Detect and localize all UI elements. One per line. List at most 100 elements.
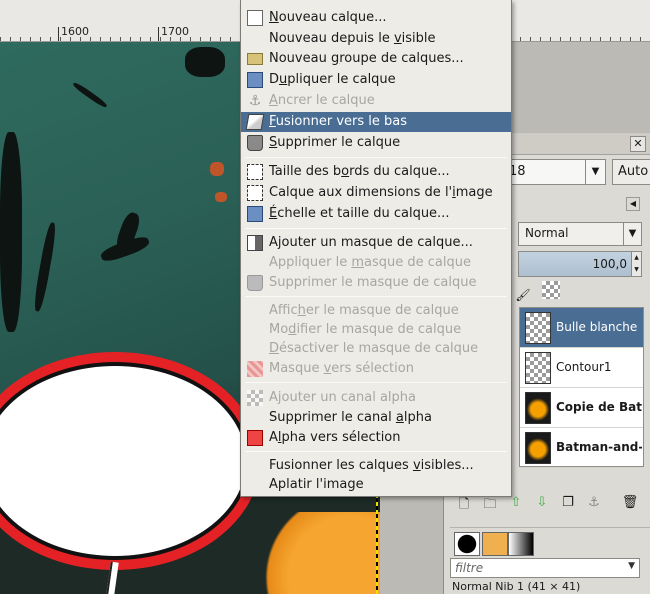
menu-item-label: Nouveau groupe de calques... <box>269 51 464 66</box>
dropdown-arrow-icon: ▼ <box>623 223 641 245</box>
layer-row[interactable]: Copie de Batman <box>520 388 643 428</box>
menu-item-label: Masque vers sélection <box>269 361 414 376</box>
merge-down-icon <box>245 114 265 130</box>
layer-list[interactable]: Bulle blanche Contour1 Copie de Batman B… <box>519 307 644 468</box>
layer-thumbnail <box>525 312 551 344</box>
layer-thumbnail <box>525 432 551 464</box>
layer-name: Copie de Batman <box>556 400 642 414</box>
layer-row[interactable]: Bulle blanche <box>520 308 643 348</box>
ink-stroke <box>32 221 58 313</box>
tab-menu-icon[interactable]: ◀ <box>626 197 640 211</box>
brushes-tab-icon[interactable] <box>454 532 480 556</box>
layer-name: Bulle blanche <box>556 320 638 334</box>
lock-row: 🖌 <box>514 281 566 303</box>
new-layer-icon[interactable]: 🗋 <box>454 495 474 515</box>
menu-separator <box>245 228 507 229</box>
menu-item-label: Ajouter un masque de calque... <box>269 235 473 250</box>
menu-item-layer-to-image-size[interactable]: Calque aux dimensions de l'image <box>241 183 511 203</box>
layer-name: Batman-and-Robin <box>556 440 642 454</box>
delete-layer-icon[interactable]: 🗑 <box>620 495 640 515</box>
layer-thumbnail <box>525 392 551 424</box>
ink-stroke <box>210 162 224 176</box>
delete-mask-icon <box>247 275 263 291</box>
add-alpha-icon <box>247 390 263 406</box>
menu-item-scale-layer[interactable]: Échelle et taille du calque... <box>241 204 511 224</box>
dropdown-arrow-icon: ▼ <box>628 561 635 571</box>
menu-item-anchor-layer[interactable]: ⚓ Ancrer le calque <box>241 91 511 111</box>
menu-item-delete-layer[interactable]: Supprimer le calque <box>241 133 511 153</box>
menu-item-label: Nouveau calque... <box>269 10 387 25</box>
menu-item-delete-layer-mask[interactable]: Supprimer le masque de calque <box>241 273 511 293</box>
menu-item-label: Fusionner les calques visibles... <box>269 458 474 473</box>
menu-item-label: Modifier le masque de calque <box>269 322 462 337</box>
ruler-major-tick <box>158 27 159 41</box>
layer-mode-select[interactable]: Normal ▼ <box>518 222 642 246</box>
lock-alpha-icon[interactable] <box>542 281 561 299</box>
menu-item-show-layer-mask[interactable]: Afficher le masque de calque <box>241 301 511 321</box>
menu-item-merge-visible-layers[interactable]: Fusionner les calques visibles... <box>241 456 511 476</box>
ink-stroke <box>215 192 227 202</box>
menu-item-label: Fusionner vers le bas <box>269 114 407 129</box>
layer-mode-value: Normal <box>525 226 569 240</box>
opacity-spinner-icon[interactable]: ▲ ▼ <box>631 252 641 276</box>
menu-item-merge-down[interactable]: Fusionner vers le bas <box>241 112 511 132</box>
new-layer-group-icon[interactable]: 🗀 <box>480 495 500 515</box>
layer-boundary-size-icon <box>247 164 263 180</box>
duplicate-layer-icon[interactable]: ❐ <box>558 495 578 515</box>
lower-layer-icon[interactable]: ⇩ <box>532 495 552 515</box>
layer-context-menu: Nouveau calque... Nouveau depuis le visi… <box>240 0 512 497</box>
menu-item-alpha-to-selection[interactable]: Alpha vers sélection <box>241 428 511 448</box>
menu-separator <box>245 382 507 383</box>
menu-item-label: Nouveau depuis le visible <box>269 31 436 46</box>
menu-item-new-from-visible[interactable]: Nouveau depuis le visible <box>241 29 511 49</box>
layer-to-image-size-icon <box>247 185 263 201</box>
menu-item-label: Supprimer le calque <box>269 135 401 150</box>
raise-layer-icon[interactable]: ⇧ <box>506 495 526 515</box>
patterns-tab-icon[interactable] <box>482 532 508 556</box>
menu-item-add-layer-mask[interactable]: Ajouter un masque de calque... <box>241 233 511 253</box>
dropdown-arrow-icon: ▼ <box>585 160 605 184</box>
brush-info: Normal Nib 1 (41 × 41) <box>452 580 581 593</box>
menu-item-label: Ajouter un canal alpha <box>269 390 416 405</box>
menu-separator <box>245 296 507 297</box>
menu-item-add-alpha-channel[interactable]: Ajouter un canal alpha <box>241 388 511 408</box>
gradients-tab-icon[interactable] <box>508 532 534 556</box>
layer-row[interactable]: Contour1 <box>520 348 643 388</box>
layer-boundary <box>376 497 378 594</box>
duplicate-layer-icon <box>247 72 263 88</box>
menu-item-label: Ancrer le calque <box>269 93 375 108</box>
menu-item-mask-to-selection[interactable]: Masque vers sélection <box>241 359 511 379</box>
menu-item-label: Taille des bords du calque... <box>269 164 450 179</box>
anchor-icon[interactable]: ⚓ <box>584 495 604 515</box>
menu-item-new-layer[interactable]: Nouveau calque... <box>241 8 511 28</box>
menu-item-label: Alpha vers sélection <box>269 430 401 445</box>
close-dock-button[interactable]: ✕ <box>630 136 646 152</box>
ruler-major-tick <box>58 27 59 41</box>
brush-filter-input[interactable]: filtre ▼ <box>450 558 640 578</box>
new-layer-icon <box>247 10 263 26</box>
menu-item-edit-layer-mask[interactable]: Modifier le masque de calque <box>241 320 511 340</box>
ink-stroke <box>0 132 22 332</box>
menu-item-label: Supprimer le masque de calque <box>269 275 477 290</box>
menu-item-remove-alpha-channel[interactable]: Supprimer le canal alpha <box>241 408 511 428</box>
auto-button[interactable]: Auto <box>612 159 650 185</box>
filter-placeholder: filtre <box>455 561 484 575</box>
menu-item-duplicate-layer[interactable]: Dupliquer le calque <box>241 70 511 90</box>
brush-tabs <box>450 527 650 557</box>
menu-item-apply-layer-mask[interactable]: Appliquer le masque de calque <box>241 253 511 273</box>
layer-actions-bar: 🗋 🗀 ⇧ ⇩ ❐ ⚓ 🗑 <box>454 495 650 519</box>
mask-to-selection-icon <box>247 361 263 377</box>
lock-pixels-icon[interactable]: 🖌 <box>514 288 532 306</box>
menu-item-new-layer-group[interactable]: Nouveau groupe de calques... <box>241 49 511 69</box>
scale-layer-icon <box>247 206 263 222</box>
menu-item-disable-layer-mask[interactable]: Désactiver le masque de calque <box>241 339 511 359</box>
ruler-label-1600: 1600 <box>61 25 89 38</box>
layer-row[interactable]: Batman-and-Robin <box>520 428 643 468</box>
menu-item-label: Afficher le masque de calque <box>269 303 459 318</box>
menu-item-flatten-image[interactable]: Aplatir l'image <box>241 475 511 495</box>
menu-item-layer-boundary-size[interactable]: Taille des bords du calque... <box>241 162 511 182</box>
menu-item-label: Dupliquer le calque <box>269 72 396 87</box>
layer-thumbnail <box>525 352 551 384</box>
opacity-slider[interactable]: 100,0 ▲ ▼ <box>518 251 642 277</box>
menu-item-label: Aplatir l'image <box>269 477 364 492</box>
